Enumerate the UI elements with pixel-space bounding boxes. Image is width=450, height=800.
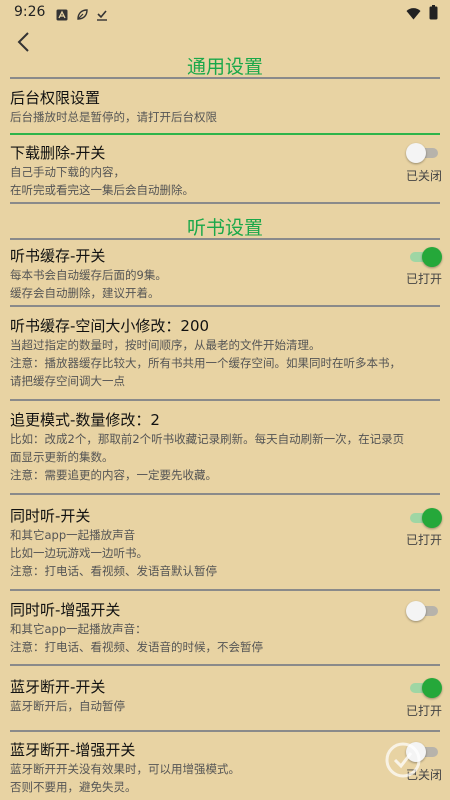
setting-desc-line: 缓存会自动删除，建议开着。 <box>10 286 160 300</box>
item-divider <box>10 664 440 666</box>
setting-desc-line: 和其它app一起播放声音 <box>10 528 136 542</box>
setting-simultaneous-enhanced[interactable]: 同时听-增强开关 和其它app一起播放声音： 注意：打电话、看视频、发语音的时候… <box>10 600 440 656</box>
setting-audiobook-cache[interactable]: 听书缓存-开关 每本书会自动缓存后面的9集。 缓存会自动删除，建议开着。 <box>10 246 440 302</box>
setting-title: 听书缓存-开关 <box>10 247 106 265</box>
setting-background-permission[interactable]: 后台权限设置 后台播放时总是暂停的，请打开后台权限 <box>10 88 440 126</box>
setting-title: 后台权限设置 <box>10 89 101 107</box>
setting-title: 追更模式-数量修改：2 <box>10 411 160 429</box>
toggle-switch[interactable] <box>406 601 442 621</box>
setting-title: 同时听-增强开关 <box>10 601 121 619</box>
status-time: 9:26 <box>14 4 46 20</box>
setting-desc-line: 面显示更新的集数。 <box>10 450 114 464</box>
setting-title: 下载删除-开关 <box>10 144 106 162</box>
setting-desc-line: 比如一边玩游戏一边听书。 <box>10 546 148 560</box>
setting-bluetooth-disconnect[interactable]: 蓝牙断开-开关 蓝牙断开后，自动暂停 <box>10 677 440 715</box>
simultaneous-listen-toggle[interactable] <box>402 508 442 528</box>
notification-a-icon <box>56 6 68 21</box>
setting-follow-mode[interactable]: 追更模式-数量修改：2 比如：改成2个，那取前2个听书收藏记录刷新。每天自动刷新… <box>10 410 440 484</box>
watermark-logo <box>355 738 435 788</box>
battery-icon <box>429 5 438 24</box>
status-right-icons <box>406 5 438 24</box>
setting-download-delete[interactable]: 下载删除-开关 自己手动下载的内容， 在听完或看完这一集后会自动删除。 <box>10 143 440 199</box>
wifi-icon <box>406 5 421 24</box>
toggle-switch[interactable] <box>406 508 442 528</box>
simultaneous-enhanced-toggle[interactable] <box>402 601 442 621</box>
setting-title: 听书缓存-空间大小修改：200 <box>10 317 210 335</box>
item-divider <box>10 730 440 732</box>
item-divider <box>10 589 440 591</box>
item-divider <box>10 202 440 204</box>
toggle-switch[interactable] <box>406 247 442 267</box>
setting-desc-line: 注意：打电话、看视频、发语音的时候，不会暂停 <box>10 640 263 654</box>
setting-desc-line: 注意：播放器缓存比较大，所有书共用一个缓存空间。如果同时在听多本书， <box>10 356 401 370</box>
back-button[interactable] <box>14 30 34 54</box>
setting-desc-line: 每本书会自动缓存后面的9集。 <box>10 268 167 282</box>
item-divider <box>10 305 440 307</box>
watermark-logo-icon <box>385 742 421 778</box>
section-title-general: 通用设置 <box>186 56 263 78</box>
bluetooth-disconnect-toggle[interactable] <box>402 678 442 698</box>
status-left-icons <box>56 6 108 21</box>
setting-desc-line: 自己手动下载的内容， <box>10 165 125 179</box>
status-bar: 9:26 <box>0 0 450 26</box>
setting-title: 蓝牙断开-开关 <box>10 678 106 696</box>
download-check-icon <box>96 6 108 21</box>
item-divider <box>10 133 440 135</box>
setting-desc-line: 和其它app一起播放声音： <box>10 622 147 636</box>
setting-cache-size[interactable]: 听书缓存-空间大小修改：200 当超过指定的数量时，按时间顺序，从最老的文件开始… <box>10 316 440 390</box>
section-divider <box>10 238 440 240</box>
item-divider <box>10 399 440 401</box>
toggle-state-label: 已打开 <box>405 272 442 286</box>
toggle-switch[interactable] <box>406 143 442 163</box>
item-divider <box>10 493 440 495</box>
chevron-left-icon <box>17 32 29 52</box>
toggle-switch[interactable] <box>406 678 442 698</box>
setting-desc-line: 蓝牙断开后，自动暂停 <box>10 699 125 713</box>
section-title-audiobook: 听书设置 <box>186 217 263 239</box>
leaf-icon <box>76 6 88 20</box>
setting-desc-line: 注意：打电话、看视频、发语音默认暂停 <box>10 564 217 578</box>
toggle-state-label: 已关闭 <box>405 169 442 183</box>
section-divider <box>10 77 440 79</box>
setting-title: 同时听-开关 <box>10 507 91 525</box>
setting-desc-line: 当超过指定的数量时，按时间顺序，从最老的文件开始清理。 <box>10 338 321 352</box>
toggle-state-label: 已打开 <box>405 533 442 547</box>
setting-desc-line: 在听完或看完这一集后会自动删除。 <box>10 183 194 197</box>
setting-desc-line: 注意：需要追更的内容，一定要先收藏。 <box>10 468 217 482</box>
setting-desc-line: 比如：改成2个，那取前2个听书收藏记录刷新。每天自动刷新一次，在记录页 <box>10 432 405 446</box>
audiobook-cache-toggle[interactable] <box>402 247 442 267</box>
setting-simultaneous-listen[interactable]: 同时听-开关 和其它app一起播放声音 比如一边玩游戏一边听书。 注意：打电话、… <box>10 506 440 580</box>
setting-desc-line: 后台播放时总是暂停的，请打开后台权限 <box>10 110 217 124</box>
setting-desc-line: 请把缓存空间调大一点 <box>10 374 125 388</box>
toggle-state-label: 已打开 <box>405 704 442 718</box>
download-delete-toggle[interactable] <box>402 143 442 163</box>
